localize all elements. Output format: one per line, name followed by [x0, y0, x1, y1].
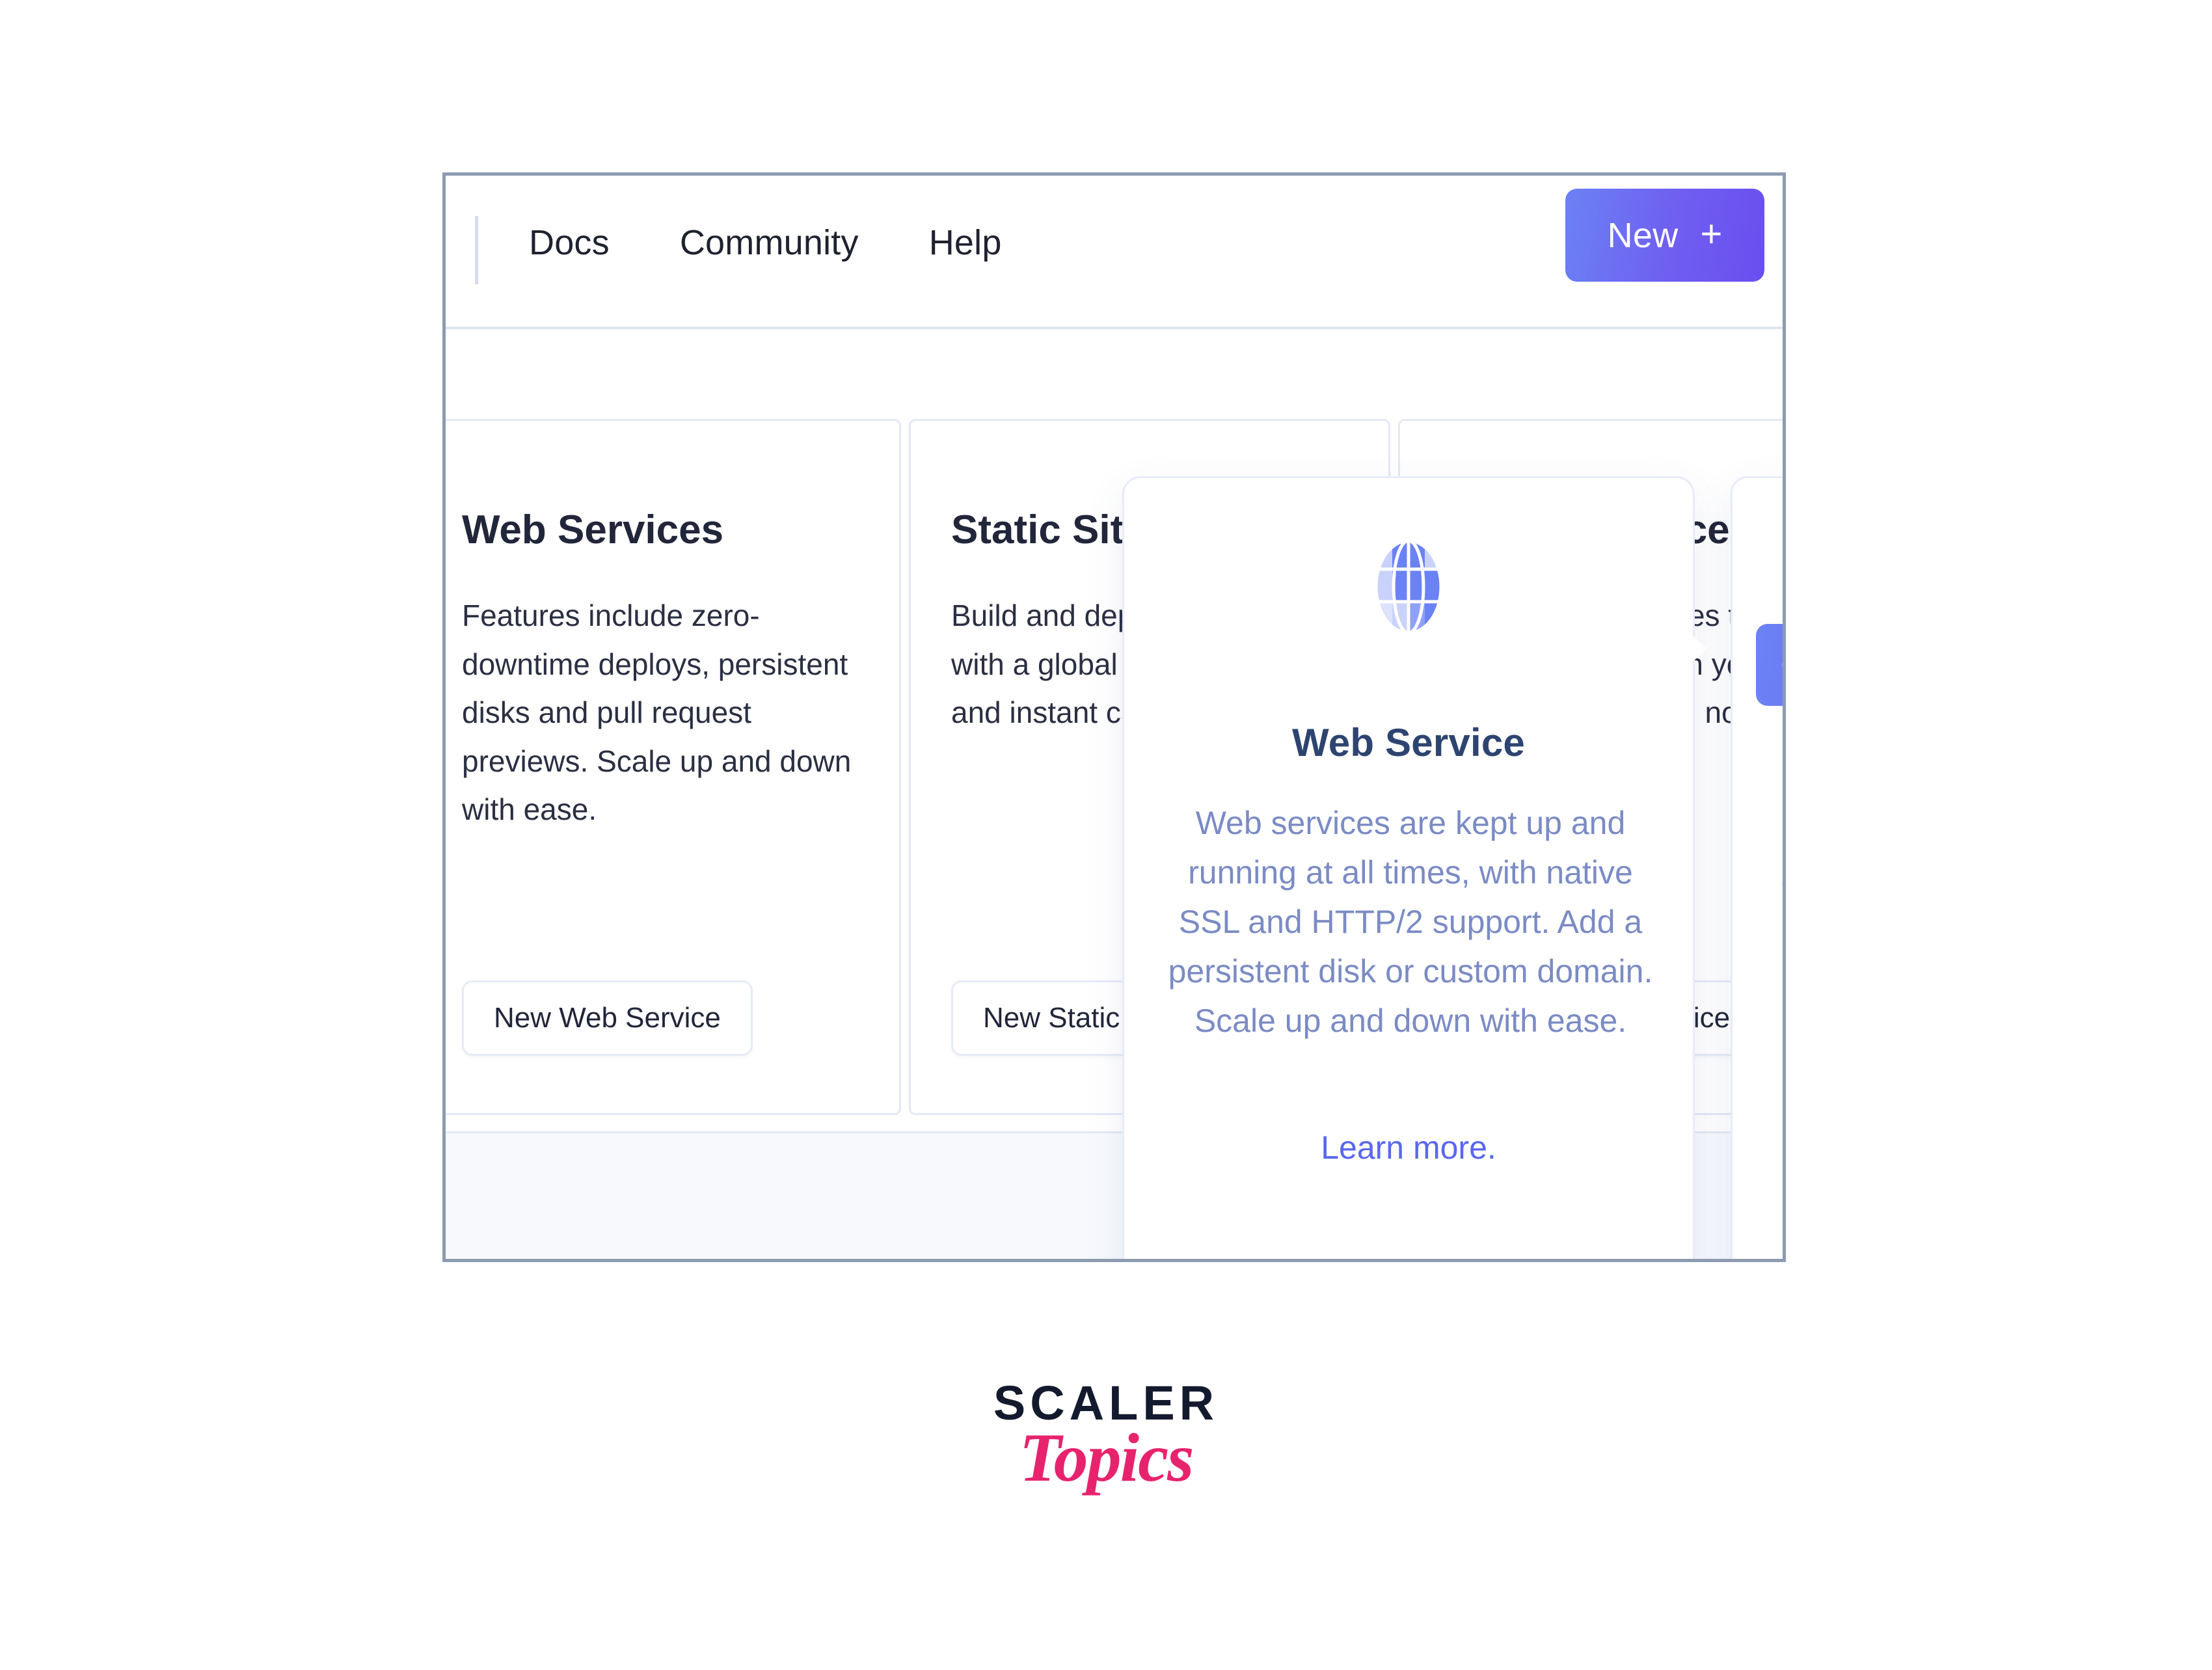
menu-item-static-site[interactable]: Static Site: [1756, 515, 1783, 597]
database-icon: [1778, 1193, 1783, 1230]
plus-icon: +: [1700, 212, 1723, 255]
nav-link-community[interactable]: Community: [668, 213, 870, 272]
nav-vertical-divider: [475, 216, 478, 284]
scaler-topics-logo: SCALER Topics: [0, 1379, 2212, 1492]
static-site-icon: [1778, 537, 1783, 574]
stopwatch-icon: [1778, 975, 1783, 1011]
new-button-label: New: [1607, 215, 1679, 255]
menu-item-cron-job[interactable]: Cron Job: [1756, 952, 1783, 1034]
nav-link-docs[interactable]: Docs: [517, 213, 621, 272]
menu-item-web-service[interactable]: Web Service: [1756, 624, 1783, 706]
card-title: Web Services: [462, 507, 724, 552]
new-resource-dropdown-menu: Static Site Web Service Private Service: [1731, 476, 1783, 1259]
menu-item-private-service[interactable]: Private Service: [1756, 733, 1783, 815]
background-card-web-services[interactable]: Web Services Features include zero-downt…: [446, 419, 901, 1115]
card-body-text: Features include zero-downtime deploys, …: [462, 599, 852, 827]
globe-icon: [1778, 647, 1783, 683]
background-worker-icon: [1778, 865, 1783, 902]
menu-item-redis[interactable]: Redis: [1756, 1170, 1783, 1252]
logo-secondary-text: Topics: [1019, 1420, 1194, 1496]
service-preview-tooltip: Web Service Web services are kept up and…: [1122, 476, 1707, 1259]
menu-item-postgresql[interactable]: PostgreSQL: [1756, 1061, 1783, 1143]
new-web-service-button[interactable]: New Web Service: [462, 980, 753, 1056]
database-icon: [1778, 1084, 1783, 1120]
learn-more-link[interactable]: Learn more.: [1124, 1129, 1693, 1166]
nav-links-group: Docs Community Help: [517, 213, 1014, 272]
menu-item-background-worker[interactable]: Background Worker: [1756, 842, 1783, 924]
tooltip-description: Web services are kept up and running at …: [1168, 805, 1653, 1039]
app-window-frame: Docs Community Help New + Web Services F…: [442, 172, 1786, 1262]
tooltip-title: Web Service: [1292, 721, 1525, 764]
globe-icon: [1365, 538, 1452, 636]
top-navigation-bar: Docs Community Help New +: [446, 176, 1783, 324]
new-button[interactable]: New +: [1565, 189, 1764, 282]
nav-link-help[interactable]: Help: [917, 213, 1014, 272]
lock-icon: [1778, 756, 1783, 792]
